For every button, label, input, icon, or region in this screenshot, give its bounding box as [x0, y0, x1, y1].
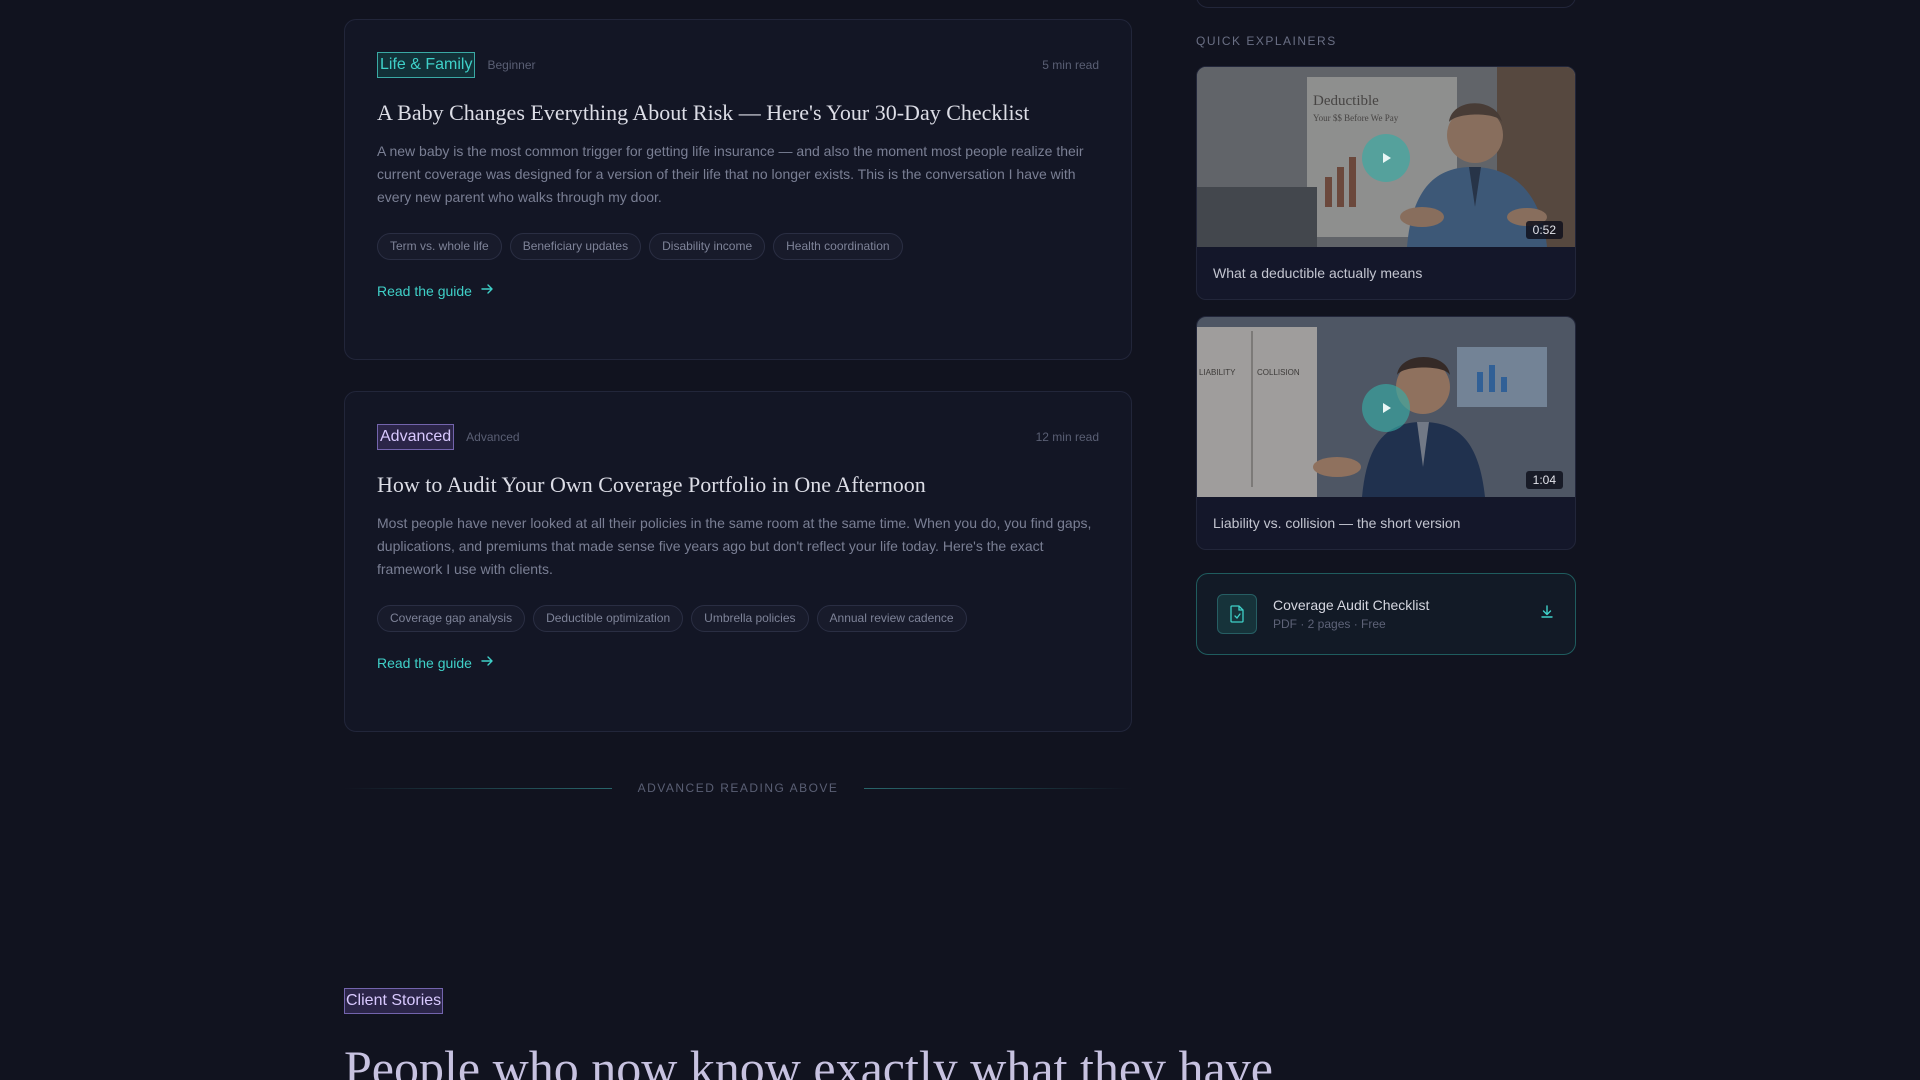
article-card: Life & Family Beginner 5 min read A Baby… — [344, 19, 1132, 360]
topic-chips: Coverage gap analysis Deductible optimiz… — [377, 605, 1099, 632]
read-guide-link[interactable]: Read the guide — [377, 654, 494, 671]
play-icon — [1383, 403, 1391, 413]
client-stories-tag: Client Stories — [344, 988, 444, 1014]
video-thumbnail[interactable]: LIABILITY COLLISION 1:04 — [1197, 317, 1575, 497]
video-duration: 1:04 — [1525, 471, 1563, 489]
article-card: Advanced Advanced 12 min read How to Aud… — [344, 391, 1132, 732]
video-thumbnail[interactable]: Deductible Your $$ Before We Pay 0:52 — [1197, 67, 1575, 247]
read-guide-label: Read the guide — [377, 654, 472, 671]
document-icon — [1217, 594, 1257, 634]
article-meta: Life & Family Beginner 5 min read — [377, 52, 1099, 78]
divider-line — [864, 787, 1133, 789]
divider-label: ADVANCED READING ABOVE — [637, 781, 839, 795]
category-tag[interactable]: Life & Family — [377, 52, 476, 78]
read-guide-label: Read the guide — [377, 282, 472, 299]
topic-chip[interactable]: Term vs. whole life — [377, 233, 502, 260]
topic-chip[interactable]: Coverage gap analysis — [377, 605, 526, 632]
sidebar-top-card — [1196, 0, 1576, 8]
level-label: Advanced — [466, 430, 520, 444]
topic-chip[interactable]: Beneficiary updates — [509, 233, 642, 260]
topic-chip[interactable]: Annual review cadence — [816, 605, 967, 632]
download-icon[interactable] — [1539, 604, 1555, 625]
read-guide-link[interactable]: Read the guide — [377, 282, 494, 299]
video-title[interactable]: What a deductible actually means — [1197, 247, 1575, 281]
article-description: Most people have never looked at all the… — [377, 515, 1092, 577]
section-divider: ADVANCED READING ABOVE — [344, 776, 1133, 800]
video-title[interactable]: Liability vs. collision — the short vers… — [1197, 497, 1575, 531]
article-description: A new baby is the most common trigger fo… — [377, 143, 1084, 205]
article-meta: Advanced Advanced 12 min read — [377, 424, 1099, 450]
video-card[interactable]: LIABILITY COLLISION 1:04 Liability vs. c… — [1196, 316, 1576, 550]
read-time: 12 min read — [1035, 430, 1099, 444]
arrow-right-icon — [480, 282, 494, 299]
download-info: Coverage Audit Checklist PDF · 2 pages ·… — [1273, 597, 1429, 631]
play-button[interactable] — [1362, 384, 1410, 432]
divider-line — [344, 787, 612, 789]
topic-chip[interactable]: Umbrella policies — [691, 605, 809, 632]
client-stories-heading: People who now know exactly what they ha… — [344, 1040, 1273, 1080]
download-title: Coverage Audit Checklist — [1273, 597, 1430, 613]
topic-chips: Term vs. whole life Beneficiary updates … — [377, 233, 1099, 260]
video-card[interactable]: Deductible Your $$ Before We Pay 0:52 W — [1196, 66, 1576, 300]
topic-chip[interactable]: Disability income — [649, 233, 766, 260]
topic-chip[interactable]: Deductible optimization — [533, 605, 684, 632]
arrow-right-icon — [480, 654, 494, 671]
play-button[interactable] — [1362, 134, 1410, 182]
topic-chip[interactable]: Health coordination — [773, 233, 903, 260]
article-title[interactable]: A Baby Changes Everything About Risk — H… — [377, 98, 1099, 128]
download-meta: PDF · 2 pages · Free — [1273, 617, 1386, 631]
play-icon — [1383, 153, 1391, 163]
sidebar-heading: QUICK EXPLAINERS — [1196, 34, 1337, 48]
level-label: Beginner — [487, 58, 536, 72]
read-time: 5 min read — [1042, 58, 1099, 72]
video-duration: 0:52 — [1525, 221, 1563, 239]
article-title[interactable]: How to Audit Your Own Coverage Portfolio… — [377, 470, 1099, 500]
category-tag[interactable]: Advanced — [377, 424, 455, 450]
download-card[interactable]: Coverage Audit Checklist PDF · 2 pages ·… — [1196, 573, 1576, 655]
